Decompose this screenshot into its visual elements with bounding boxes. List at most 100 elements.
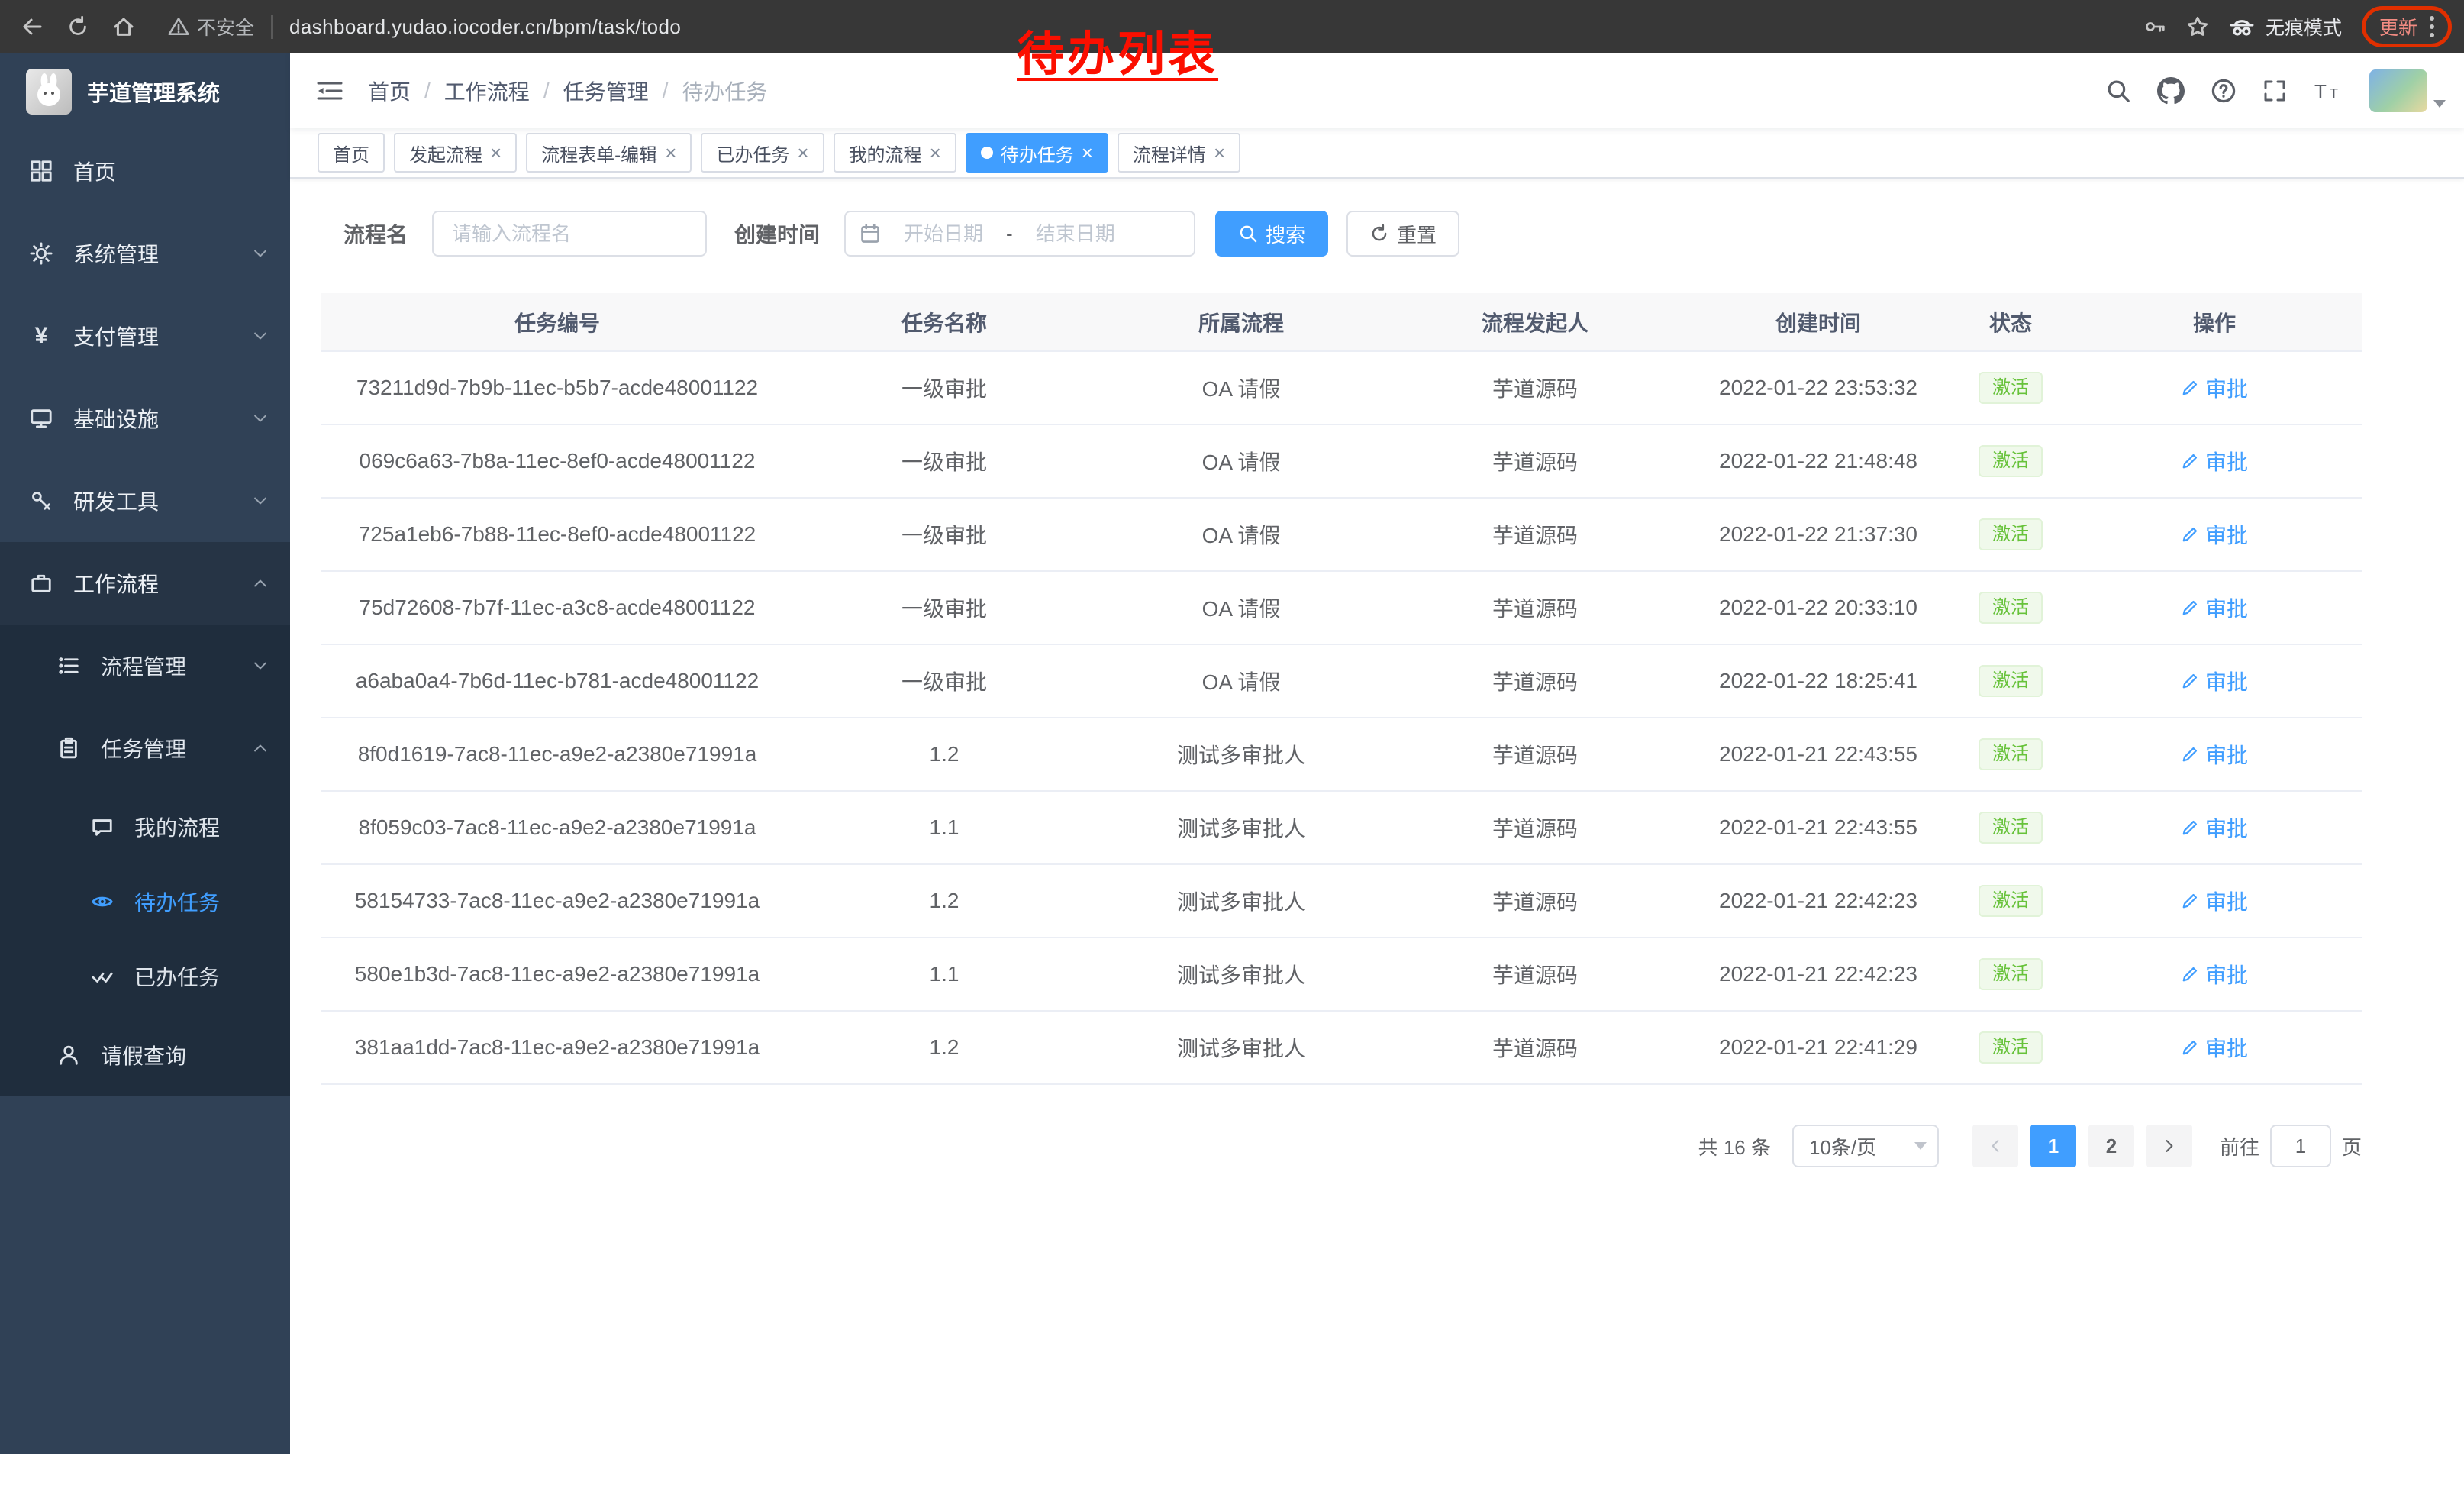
prev-page-button[interactable]	[1972, 1125, 2018, 1167]
create-time-label: 创建时间	[734, 218, 820, 249]
table-row: 069c6a63-7b8a-11ec-8ef0-acde48001122 一级审…	[321, 424, 2362, 498]
next-page-button[interactable]	[2146, 1125, 2192, 1167]
close-icon[interactable]: ×	[665, 143, 676, 163]
edit-icon	[2181, 599, 2199, 617]
app-logo[interactable]: 芋道管理系统	[0, 53, 290, 130]
approve-link[interactable]: 审批	[2181, 812, 2248, 843]
close-icon[interactable]: ×	[1214, 143, 1225, 163]
chevron-down-icon	[252, 410, 269, 427]
sidebar-item-my-process[interactable]: 我的流程	[0, 789, 290, 864]
back-icon[interactable]	[9, 4, 55, 50]
sidebar-item-process-mgmt[interactable]: 流程管理	[0, 625, 290, 707]
approve-link[interactable]: 审批	[2181, 886, 2248, 916]
cell-initiator: 芋道源码	[1388, 1011, 1682, 1084]
end-date-input[interactable]	[1019, 222, 1132, 246]
cell-created: 2022-01-22 23:53:32	[1682, 351, 1954, 424]
sidebar-item-payment[interactable]: ¥ 支付管理	[0, 295, 290, 377]
github-icon[interactable]	[2157, 77, 2185, 105]
tab-todo-task[interactable]: 待办任务×	[966, 133, 1108, 173]
active-tab-dot	[981, 147, 993, 159]
status-badge: 激活	[1979, 958, 2043, 990]
approve-link[interactable]: 审批	[2181, 666, 2248, 696]
goto-page-input[interactable]	[2270, 1125, 2331, 1167]
cell-status: 激活	[1954, 718, 2067, 791]
sidebar-item-label: 工作流程	[73, 568, 159, 599]
close-icon[interactable]: ×	[490, 143, 502, 163]
chevron-up-icon	[252, 740, 269, 757]
reset-button[interactable]: 重置	[1346, 211, 1459, 257]
close-icon[interactable]: ×	[930, 143, 941, 163]
page-size-select[interactable]: 10条/页	[1792, 1125, 1939, 1167]
password-key-icon[interactable]	[2143, 15, 2166, 38]
tab-form-edit[interactable]: 流程表单-编辑×	[526, 133, 692, 173]
svg-text:T: T	[2330, 86, 2338, 102]
screen: 不安全 dashboard.yudao.iocoder.cn/bpm/task/…	[0, 0, 2464, 1501]
sidebar-item-task-mgmt[interactable]: 任务管理	[0, 707, 290, 789]
tools-icon	[27, 489, 55, 512]
search-button[interactable]: 搜索	[1215, 211, 1328, 257]
refresh-icon	[1369, 224, 1389, 244]
sidebar-item-devtools[interactable]: 研发工具	[0, 460, 290, 542]
status-badge: 激活	[1979, 665, 2043, 697]
approve-link[interactable]: 审批	[2181, 446, 2248, 476]
tab-start-process[interactable]: 发起流程×	[394, 133, 517, 173]
reload-icon[interactable]	[55, 4, 101, 50]
edit-icon	[2181, 745, 2199, 763]
sidebar-item-system[interactable]: 系统管理	[0, 212, 290, 295]
page-button-1[interactable]: 1	[2030, 1125, 2076, 1167]
approve-link[interactable]: 审批	[2181, 1032, 2248, 1063]
sidebar-item-todo-task[interactable]: 待办任务	[0, 864, 290, 939]
breadcrumb-workflow[interactable]: 工作流程	[444, 76, 530, 106]
pagination: 共 16 条 10条/页 1 2 前往	[321, 1125, 2362, 1167]
process-name-input[interactable]	[432, 211, 707, 257]
date-range-picker[interactable]: -	[844, 211, 1195, 257]
search-icon[interactable]	[2105, 78, 2131, 104]
approve-link[interactable]: 审批	[2181, 592, 2248, 623]
page-button-2[interactable]: 2	[2088, 1125, 2134, 1167]
sidebar-item-infra[interactable]: 基础设施	[0, 377, 290, 460]
sidebar-item-done-task[interactable]: 已办任务	[0, 939, 290, 1014]
breadcrumb-task-mgmt[interactable]: 任务管理	[563, 76, 649, 106]
bookmark-star-icon[interactable]	[2186, 15, 2209, 38]
breadcrumb-home[interactable]: 首页	[368, 76, 411, 106]
sidebar-item-leave-query[interactable]: 请假查询	[0, 1014, 290, 1096]
update-chip[interactable]: 更新	[2362, 6, 2452, 47]
font-size-icon[interactable]: TT	[2313, 79, 2343, 103]
help-icon[interactable]	[2211, 78, 2237, 104]
user-menu[interactable]	[2369, 69, 2446, 112]
update-label[interactable]: 更新	[2379, 13, 2417, 40]
home-icon[interactable]	[101, 4, 147, 50]
fullscreen-icon[interactable]	[2262, 79, 2287, 103]
user-icon	[55, 1044, 82, 1067]
start-date-input[interactable]	[887, 222, 1000, 246]
tab-done-task[interactable]: 已办任务×	[701, 133, 824, 173]
cell-status: 激活	[1954, 498, 2067, 571]
sidebar-item-label: 基础设施	[73, 403, 159, 434]
avatar[interactable]	[2369, 69, 2427, 112]
security-indicator[interactable]: 不安全	[168, 13, 254, 40]
cell-task-name: 1.2	[794, 1011, 1095, 1084]
tab-process-detail[interactable]: 流程详情×	[1118, 133, 1240, 173]
tab-home[interactable]: 首页	[318, 133, 385, 173]
approve-link[interactable]: 审批	[2181, 373, 2248, 403]
top-header: 首页 / 工作流程 / 任务管理 / 待办任务	[290, 53, 2464, 128]
cell-status: 激活	[1954, 864, 2067, 938]
close-icon[interactable]: ×	[797, 143, 808, 163]
approve-link[interactable]: 审批	[2181, 519, 2248, 550]
browser-menu-icon[interactable]	[2430, 16, 2434, 37]
table-row: 725a1eb6-7b88-11ec-8ef0-acde48001122 一级审…	[321, 498, 2362, 571]
collapse-sidebar-icon[interactable]	[290, 79, 368, 103]
cell-task-name: 1.2	[794, 864, 1095, 938]
close-icon[interactable]: ×	[1082, 143, 1093, 163]
tab-my-process[interactable]: 我的流程×	[834, 133, 956, 173]
cell-created: 2022-01-22 21:48:48	[1682, 424, 1954, 498]
sidebar-item-workflow[interactable]: 工作流程	[0, 542, 290, 625]
approve-link[interactable]: 审批	[2181, 739, 2248, 770]
cell-action: 审批	[2067, 571, 2362, 644]
approve-link[interactable]: 审批	[2181, 959, 2248, 989]
sidebar-item-home[interactable]: 首页	[0, 130, 290, 212]
chevron-down-icon	[252, 492, 269, 509]
gear-icon	[27, 242, 55, 265]
address-bar[interactable]: 不安全 dashboard.yudao.iocoder.cn/bpm/task/…	[168, 13, 681, 40]
cell-created: 2022-01-21 22:43:55	[1682, 791, 1954, 864]
